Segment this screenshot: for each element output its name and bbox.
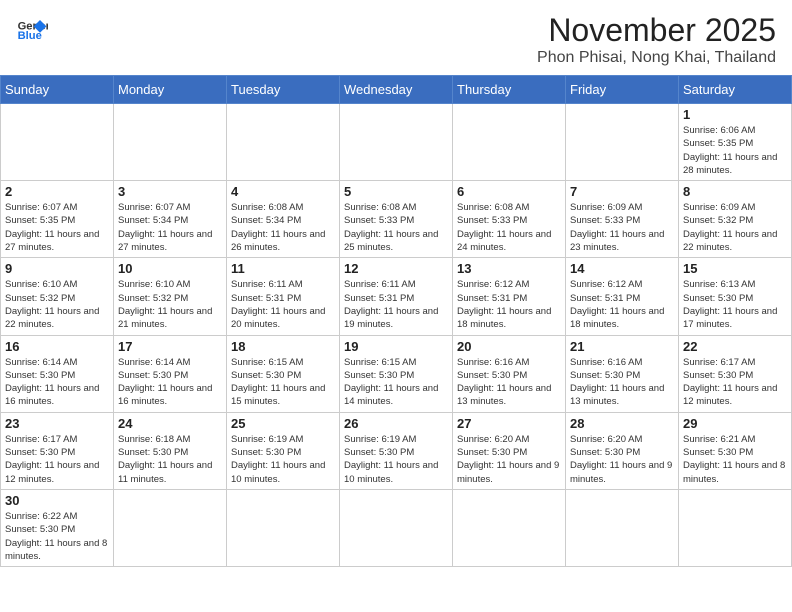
empty-cell — [1, 104, 114, 181]
empty-cell — [679, 489, 792, 566]
day-2: 2 Sunrise: 6:07 AM Sunset: 5:35 PM Dayli… — [1, 181, 114, 258]
week-4-row: 16 Sunrise: 6:14 AM Sunset: 5:30 PM Dayl… — [1, 335, 792, 412]
week-6-row: 30 Sunrise: 6:22 AM Sunset: 5:30 PM Dayl… — [1, 489, 792, 566]
day-8: 8 Sunrise: 6:09 AM Sunset: 5:32 PM Dayli… — [679, 181, 792, 258]
day-29: 29 Sunrise: 6:21 AM Sunset: 5:30 PM Dayl… — [679, 412, 792, 489]
day-21: 21 Sunrise: 6:16 AM Sunset: 5:30 PM Dayl… — [566, 335, 679, 412]
week-1-row: 1 Sunrise: 6:06 AM Sunset: 5:35 PM Dayli… — [1, 104, 792, 181]
day-18: 18 Sunrise: 6:15 AM Sunset: 5:30 PM Dayl… — [227, 335, 340, 412]
empty-cell — [453, 104, 566, 181]
day-6: 6 Sunrise: 6:08 AM Sunset: 5:33 PM Dayli… — [453, 181, 566, 258]
day-19: 19 Sunrise: 6:15 AM Sunset: 5:30 PM Dayl… — [340, 335, 453, 412]
day-27: 27 Sunrise: 6:20 AM Sunset: 5:30 PM Dayl… — [453, 412, 566, 489]
day-15: 15 Sunrise: 6:13 AM Sunset: 5:30 PM Dayl… — [679, 258, 792, 335]
header-wednesday: Wednesday — [340, 76, 453, 104]
svg-text:Blue: Blue — [18, 30, 42, 42]
empty-cell — [114, 104, 227, 181]
calendar-table: Sunday Monday Tuesday Wednesday Thursday… — [0, 75, 792, 567]
day-13: 13 Sunrise: 6:12 AM Sunset: 5:31 PM Dayl… — [453, 258, 566, 335]
day-10: 10 Sunrise: 6:10 AM Sunset: 5:32 PM Dayl… — [114, 258, 227, 335]
location-title: Phon Phisai, Nong Khai, Thailand — [537, 49, 776, 67]
header-tuesday: Tuesday — [227, 76, 340, 104]
day-3: 3 Sunrise: 6:07 AM Sunset: 5:34 PM Dayli… — [114, 181, 227, 258]
header-monday: Monday — [114, 76, 227, 104]
day-22: 22 Sunrise: 6:17 AM Sunset: 5:30 PM Dayl… — [679, 335, 792, 412]
empty-cell — [114, 489, 227, 566]
day-5: 5 Sunrise: 6:08 AM Sunset: 5:33 PM Dayli… — [340, 181, 453, 258]
empty-cell — [566, 104, 679, 181]
day-24: 24 Sunrise: 6:18 AM Sunset: 5:30 PM Dayl… — [114, 412, 227, 489]
day-12: 12 Sunrise: 6:11 AM Sunset: 5:31 PM Dayl… — [340, 258, 453, 335]
day-16: 16 Sunrise: 6:14 AM Sunset: 5:30 PM Dayl… — [1, 335, 114, 412]
empty-cell — [340, 104, 453, 181]
day-28: 28 Sunrise: 6:20 AM Sunset: 5:30 PM Dayl… — [566, 412, 679, 489]
page-header: General Blue November 2025 Phon Phisai, … — [0, 0, 792, 75]
month-title: November 2025 — [537, 12, 776, 49]
header-friday: Friday — [566, 76, 679, 104]
day-25: 25 Sunrise: 6:19 AM Sunset: 5:30 PM Dayl… — [227, 412, 340, 489]
day-9: 9 Sunrise: 6:10 AM Sunset: 5:32 PM Dayli… — [1, 258, 114, 335]
week-3-row: 9 Sunrise: 6:10 AM Sunset: 5:32 PM Dayli… — [1, 258, 792, 335]
day-30: 30 Sunrise: 6:22 AM Sunset: 5:30 PM Dayl… — [1, 489, 114, 566]
empty-cell — [340, 489, 453, 566]
header-saturday: Saturday — [679, 76, 792, 104]
logo-icon: General Blue — [16, 12, 48, 44]
day-20: 20 Sunrise: 6:16 AM Sunset: 5:30 PM Dayl… — [453, 335, 566, 412]
logo: General Blue — [16, 12, 48, 44]
day-23: 23 Sunrise: 6:17 AM Sunset: 5:30 PM Dayl… — [1, 412, 114, 489]
header-thursday: Thursday — [453, 76, 566, 104]
week-2-row: 2 Sunrise: 6:07 AM Sunset: 5:35 PM Dayli… — [1, 181, 792, 258]
day-1: 1 Sunrise: 6:06 AM Sunset: 5:35 PM Dayli… — [679, 104, 792, 181]
day-4: 4 Sunrise: 6:08 AM Sunset: 5:34 PM Dayli… — [227, 181, 340, 258]
empty-cell — [566, 489, 679, 566]
day-17: 17 Sunrise: 6:14 AM Sunset: 5:30 PM Dayl… — [114, 335, 227, 412]
week-5-row: 23 Sunrise: 6:17 AM Sunset: 5:30 PM Dayl… — [1, 412, 792, 489]
day-11: 11 Sunrise: 6:11 AM Sunset: 5:31 PM Dayl… — [227, 258, 340, 335]
title-block: November 2025 Phon Phisai, Nong Khai, Th… — [537, 12, 776, 67]
day-7: 7 Sunrise: 6:09 AM Sunset: 5:33 PM Dayli… — [566, 181, 679, 258]
empty-cell — [227, 104, 340, 181]
empty-cell — [453, 489, 566, 566]
day-14: 14 Sunrise: 6:12 AM Sunset: 5:31 PM Dayl… — [566, 258, 679, 335]
weekday-header-row: Sunday Monday Tuesday Wednesday Thursday… — [1, 76, 792, 104]
empty-cell — [227, 489, 340, 566]
header-sunday: Sunday — [1, 76, 114, 104]
day-26: 26 Sunrise: 6:19 AM Sunset: 5:30 PM Dayl… — [340, 412, 453, 489]
